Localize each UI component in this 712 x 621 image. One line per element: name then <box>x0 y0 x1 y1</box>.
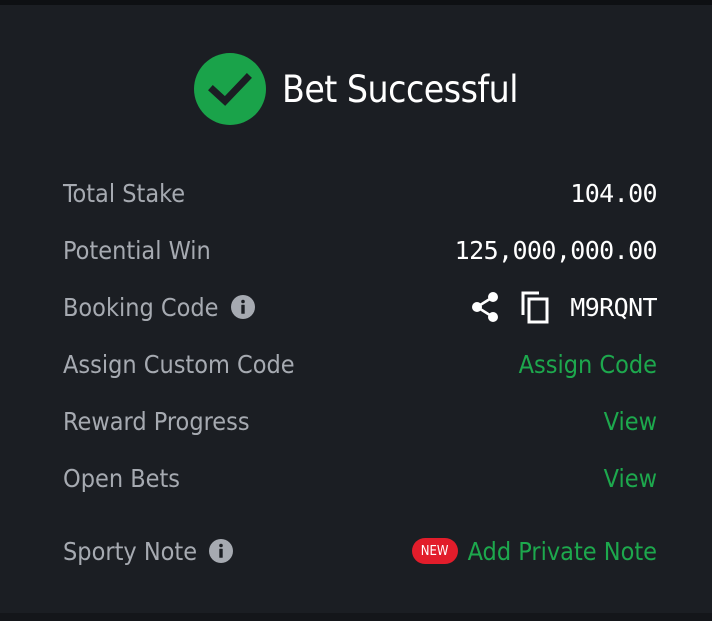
assign-custom-code-row: Assign Custom Code Assign Code <box>63 344 657 384</box>
booking-code-label: Booking Code <box>63 293 255 322</box>
potential-win-row: Potential Win 125,000,000.00 <box>63 230 658 270</box>
bottom-edge <box>0 613 712 621</box>
total-stake-label-text: Total Stake <box>63 178 186 208</box>
potential-win-value: 125,000,000.00 <box>454 235 658 265</box>
potential-win-label: Potential Win <box>63 236 211 265</box>
sporty-note-actions: NEW Add Private Note <box>411 537 657 566</box>
sporty-note-label-text: Sporty Note <box>63 536 198 566</box>
copy-icon[interactable] <box>520 290 550 324</box>
open-bets-label-text: Open Bets <box>63 463 181 493</box>
sporty-note-label: Sporty Note <box>63 536 234 566</box>
booking-code-actions: M9RQNT <box>470 290 658 324</box>
check-circle-icon <box>193 53 266 125</box>
share-icon[interactable] <box>470 291 500 323</box>
open-bets-label: Open Bets <box>63 464 180 493</box>
total-stake-row: Total Stake 104.00 <box>63 173 658 213</box>
booking-code-value: M9RQNT <box>570 292 657 322</box>
potential-win-label-text: Potential Win <box>63 235 211 265</box>
reward-progress-view-link[interactable]: View <box>604 407 657 436</box>
sporty-note-row: Sporty Note NEW Add Private Note <box>63 531 657 571</box>
booking-code-row: Booking Code M9RQNT <box>63 287 658 327</box>
info-icon[interactable] <box>230 295 255 319</box>
booking-code-label-text: Booking Code <box>63 292 219 322</box>
total-stake-value: 104.00 <box>570 178 657 208</box>
reward-progress-label-text: Reward Progress <box>63 406 250 436</box>
reward-progress-label: Reward Progress <box>63 407 250 436</box>
top-edge <box>0 0 712 5</box>
new-badge: NEW <box>411 538 458 564</box>
assign-custom-code-label-text: Assign Custom Code <box>63 349 295 379</box>
add-private-note-link[interactable]: Add Private Note <box>468 537 657 566</box>
bet-success-panel: Bet Successful Total Stake 104.00 Potent… <box>0 0 712 621</box>
total-stake-label: Total Stake <box>63 179 185 208</box>
assign-custom-code-label: Assign Custom Code <box>63 350 295 379</box>
page-title: Bet Successful <box>281 67 519 111</box>
header: Bet Successful <box>0 52 712 126</box>
open-bets-row: Open Bets View <box>63 458 657 498</box>
info-icon[interactable] <box>209 539 234 563</box>
reward-progress-row: Reward Progress View <box>63 401 657 441</box>
open-bets-view-link[interactable]: View <box>604 464 657 493</box>
assign-code-link[interactable]: Assign Code <box>519 350 657 379</box>
